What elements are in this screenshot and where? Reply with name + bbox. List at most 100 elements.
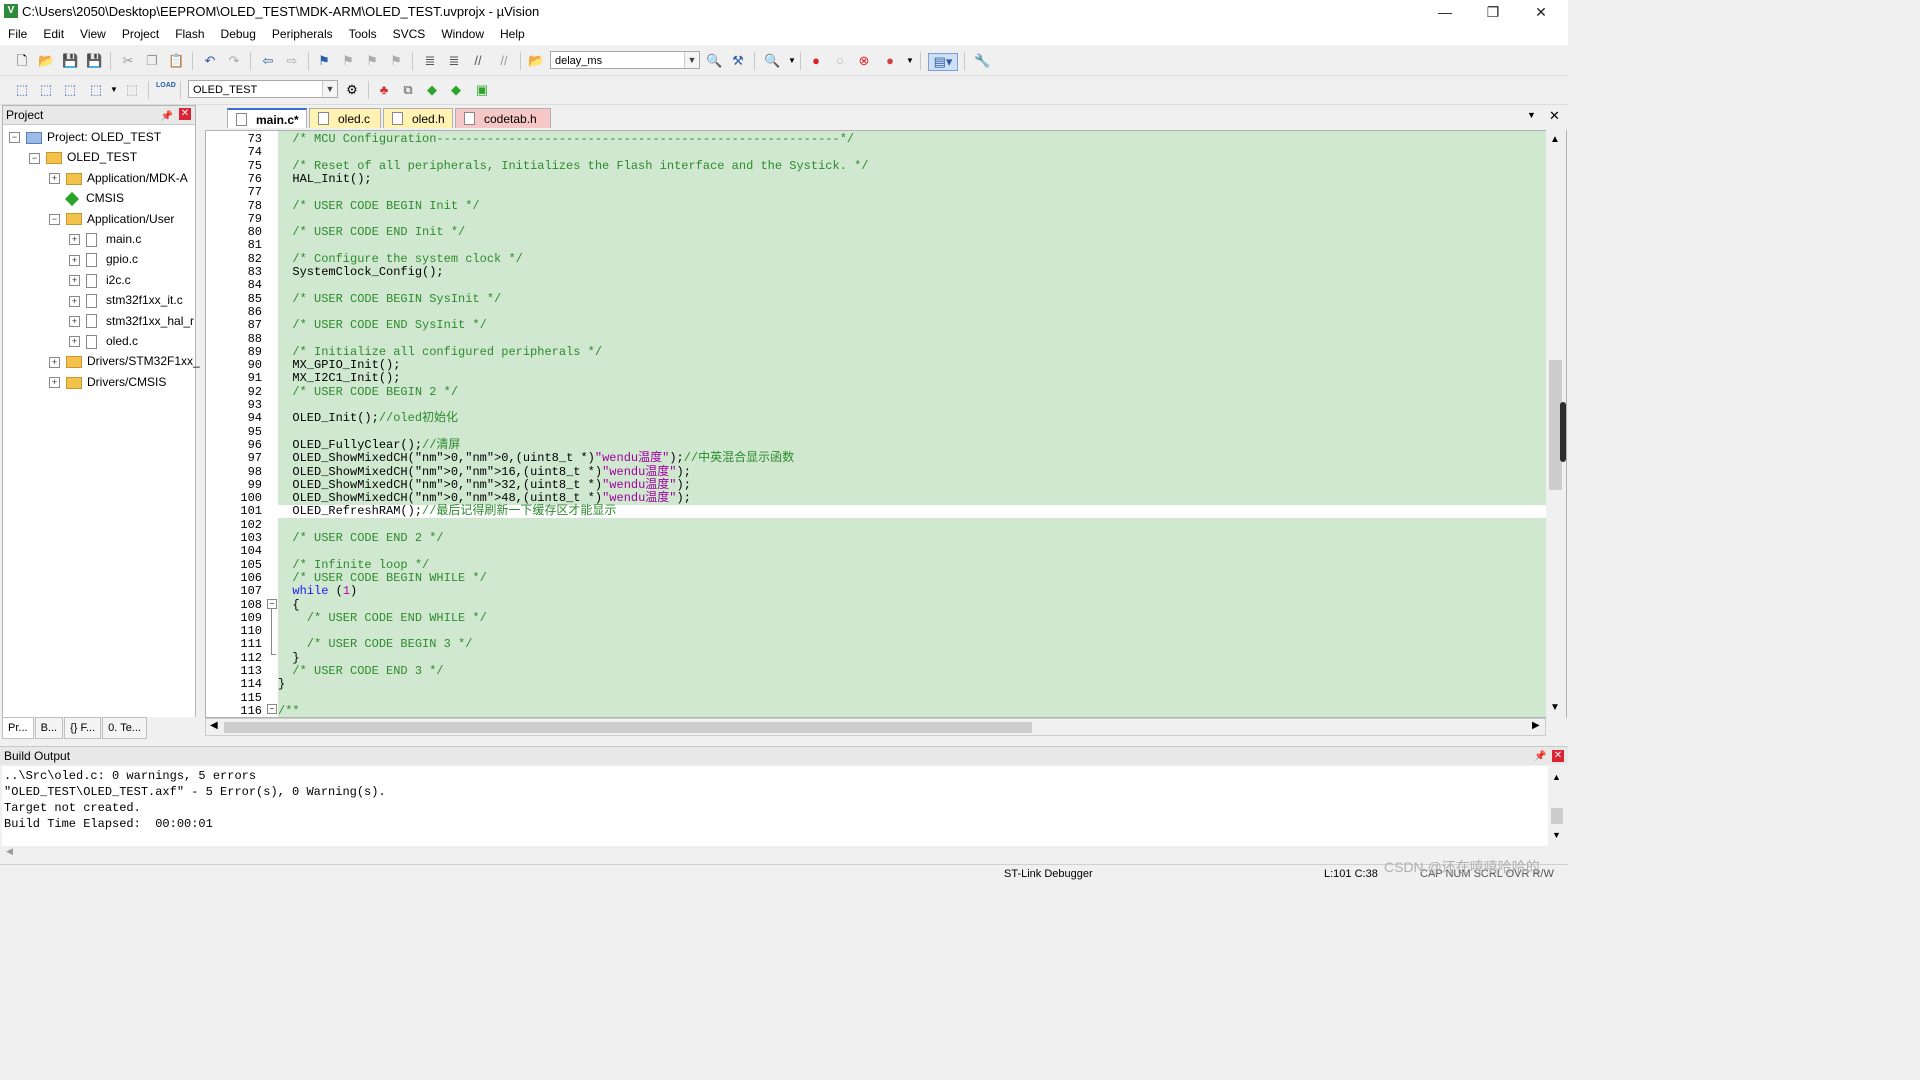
open-folder-icon[interactable]: 📂 bbox=[38, 53, 54, 69]
find-in-files-icon[interactable]: 📂 bbox=[528, 53, 544, 69]
chevron-down-icon[interactable]: ▼ bbox=[902, 53, 918, 69]
nav-back-icon[interactable]: ⇦ bbox=[260, 53, 276, 69]
window-layout-icon[interactable]: ▤▾ bbox=[928, 53, 958, 71]
manage-project-items-icon[interactable]: ♣ bbox=[376, 82, 392, 98]
code-line[interactable]: /* USER CODE BEGIN 2 */ bbox=[278, 385, 1546, 399]
target-combo[interactable]: OLED_TEST ▼ bbox=[188, 80, 338, 98]
code-line[interactable] bbox=[278, 625, 1546, 638]
editor-tab[interactable]: main.c* bbox=[227, 108, 307, 128]
tree-item[interactable]: CMSIS bbox=[49, 188, 124, 208]
tree-item[interactable]: + i2c.c bbox=[69, 270, 131, 290]
pin-icon[interactable]: 📌 bbox=[161, 108, 173, 126]
find-icon[interactable]: 🔍 bbox=[706, 53, 722, 69]
build-icon[interactable]: ⬚ bbox=[38, 82, 54, 98]
code-line[interactable]: /* USER CODE BEGIN 3 */ bbox=[278, 638, 1546, 651]
code-line[interactable] bbox=[278, 186, 1546, 199]
close-tab-icon[interactable]: ✕ bbox=[1549, 108, 1560, 124]
expand-icon[interactable]: + bbox=[49, 173, 60, 185]
code-line[interactable]: OLED_ShowMixedCH("nm">0,"nm">0,(uint8_t … bbox=[278, 452, 1546, 465]
code-line[interactable]: /* USER CODE END WHILE */ bbox=[278, 611, 1546, 625]
menu-svcs[interactable]: SVCS bbox=[385, 24, 434, 45]
code-line[interactable]: /* USER CODE BEGIN SysInit */ bbox=[278, 292, 1546, 306]
close-button[interactable]: ✕ bbox=[1518, 0, 1564, 24]
editor-tab[interactable]: oled.c bbox=[309, 108, 381, 128]
code-line[interactable]: /** bbox=[278, 704, 1546, 717]
code-line[interactable] bbox=[278, 239, 1546, 252]
code-line[interactable]: } bbox=[278, 678, 1546, 691]
tree-item[interactable]: + main.c bbox=[69, 229, 141, 249]
editor-tab[interactable]: codetab.h bbox=[455, 108, 551, 128]
scroll-thumb[interactable] bbox=[1551, 808, 1563, 824]
scroll-left-icon[interactable]: ◀ bbox=[210, 720, 218, 731]
chevron-down-icon[interactable]: ▼ bbox=[322, 81, 337, 97]
tree-item[interactable]: − Project: OLED_TEST bbox=[9, 127, 161, 147]
remove-breakpoints-icon[interactable]: ● bbox=[882, 53, 898, 69]
chevron-down-icon[interactable]: ▼ bbox=[106, 82, 122, 98]
save-all-icon[interactable]: 💾 bbox=[86, 53, 102, 69]
code-line[interactable]: } bbox=[278, 651, 1546, 665]
close-icon[interactable]: ✕ bbox=[1552, 750, 1564, 762]
unindent-icon[interactable]: ≣ bbox=[446, 53, 462, 69]
collapse-icon[interactable]: − bbox=[9, 132, 20, 144]
code-line[interactable] bbox=[278, 146, 1546, 159]
select-software-packs-icon[interactable]: ▣ bbox=[474, 82, 490, 98]
menu-file[interactable]: File bbox=[0, 24, 35, 45]
menu-debug[interactable]: Debug bbox=[213, 24, 264, 45]
code-line[interactable] bbox=[278, 399, 1546, 412]
tab-templates[interactable]: 0. Te... bbox=[102, 717, 147, 739]
code-line[interactable]: /* MCU Configuration--------------------… bbox=[278, 133, 1546, 146]
code-line[interactable]: /* USER CODE END 2 */ bbox=[278, 532, 1546, 545]
event-recorder-icon[interactable]: ⧉ bbox=[400, 82, 416, 98]
code-line[interactable]: /* USER CODE END SysInit */ bbox=[278, 319, 1546, 332]
tree-item[interactable]: + Drivers/STM32F1xx_ bbox=[49, 351, 200, 371]
tree-item[interactable]: + stm32f1xx_hal_r bbox=[69, 311, 194, 331]
pack-installer-icon[interactable]: ◆ bbox=[448, 82, 464, 98]
stop-build-icon[interactable]: ⬚ bbox=[124, 82, 140, 98]
menu-view[interactable]: View bbox=[72, 24, 114, 45]
nav-forward-icon[interactable]: ⇨ bbox=[284, 53, 300, 69]
scroll-down-icon[interactable]: ▼ bbox=[1550, 702, 1560, 713]
batch-build-icon[interactable]: ⬚ bbox=[88, 82, 104, 98]
cut-icon[interactable]: ✂ bbox=[120, 53, 136, 69]
redo-icon[interactable]: ↷ bbox=[226, 53, 242, 69]
code-line[interactable]: SystemClock_Config(); bbox=[278, 266, 1546, 279]
editor-tab[interactable]: oled.h bbox=[383, 108, 453, 128]
code-line[interactable]: HAL_Init(); bbox=[278, 172, 1546, 186]
output-hscrollbar[interactable]: ◀ bbox=[2, 846, 1548, 860]
uncomment-icon[interactable]: // bbox=[496, 53, 512, 69]
code-line[interactable]: /* USER CODE BEGIN WHILE */ bbox=[278, 571, 1546, 585]
next-bookmark-icon[interactable]: ⚑ bbox=[364, 53, 380, 69]
breakpoint-icon[interactable]: ● bbox=[808, 53, 824, 69]
fold-toggle-icon[interactable]: − bbox=[267, 599, 277, 609]
code-line[interactable]: MX_I2C1_Init(); bbox=[278, 372, 1546, 385]
fold-toggle-icon[interactable]: − bbox=[267, 704, 277, 714]
code-line[interactable]: /* Configure the system clock */ bbox=[278, 252, 1546, 266]
scroll-thumb[interactable] bbox=[224, 722, 1032, 733]
run-time-environment-icon[interactable]: ◆ bbox=[424, 82, 440, 98]
tree-item[interactable]: + Drivers/CMSIS bbox=[49, 372, 166, 392]
code-line[interactable] bbox=[278, 333, 1546, 346]
collapse-icon[interactable]: − bbox=[29, 152, 40, 164]
code-line[interactable]: MX_GPIO_Init(); bbox=[278, 359, 1546, 372]
output-vscrollbar[interactable]: ▲ ▼ bbox=[1548, 766, 1566, 846]
tab-functions[interactable]: {} F... bbox=[64, 717, 102, 739]
code-line[interactable]: OLED_ShowMixedCH("nm">0,"nm">16,(uint8_t… bbox=[278, 465, 1546, 479]
code-line[interactable] bbox=[278, 213, 1546, 226]
code-line[interactable]: OLED_RefreshRAM();//最后记得刷新一下缓存区才能显示 bbox=[278, 505, 1546, 519]
download-load-icon[interactable]: LOAD bbox=[156, 82, 176, 98]
chevron-down-icon[interactable]: ▼ bbox=[684, 52, 699, 68]
code-line[interactable] bbox=[278, 692, 1546, 705]
code-line[interactable]: /* USER CODE BEGIN Init */ bbox=[278, 199, 1546, 213]
code-line[interactable]: /* Reset of all peripherals, Initializes… bbox=[278, 159, 1546, 173]
new-file-icon[interactable]: 🗋 bbox=[14, 53, 30, 69]
configure-wrench-icon[interactable]: 🔧 bbox=[974, 53, 990, 69]
menu-project[interactable]: Project bbox=[114, 24, 167, 45]
build-output-pane[interactable]: ..\Src\oled.c: 0 warnings, 5 errors "OLE… bbox=[2, 766, 1548, 846]
tree-item[interactable]: + gpio.c bbox=[69, 249, 138, 269]
clear-bookmarks-icon[interactable]: ⚑ bbox=[388, 53, 404, 69]
close-icon[interactable]: ✕ bbox=[179, 108, 191, 120]
code-line[interactable] bbox=[278, 306, 1546, 319]
prev-bookmark-icon[interactable]: ⚑ bbox=[340, 53, 356, 69]
code-line[interactable]: OLED_ShowMixedCH("nm">0,"nm">32,(uint8_t… bbox=[278, 478, 1546, 492]
copy-icon[interactable]: ❐ bbox=[144, 53, 160, 69]
